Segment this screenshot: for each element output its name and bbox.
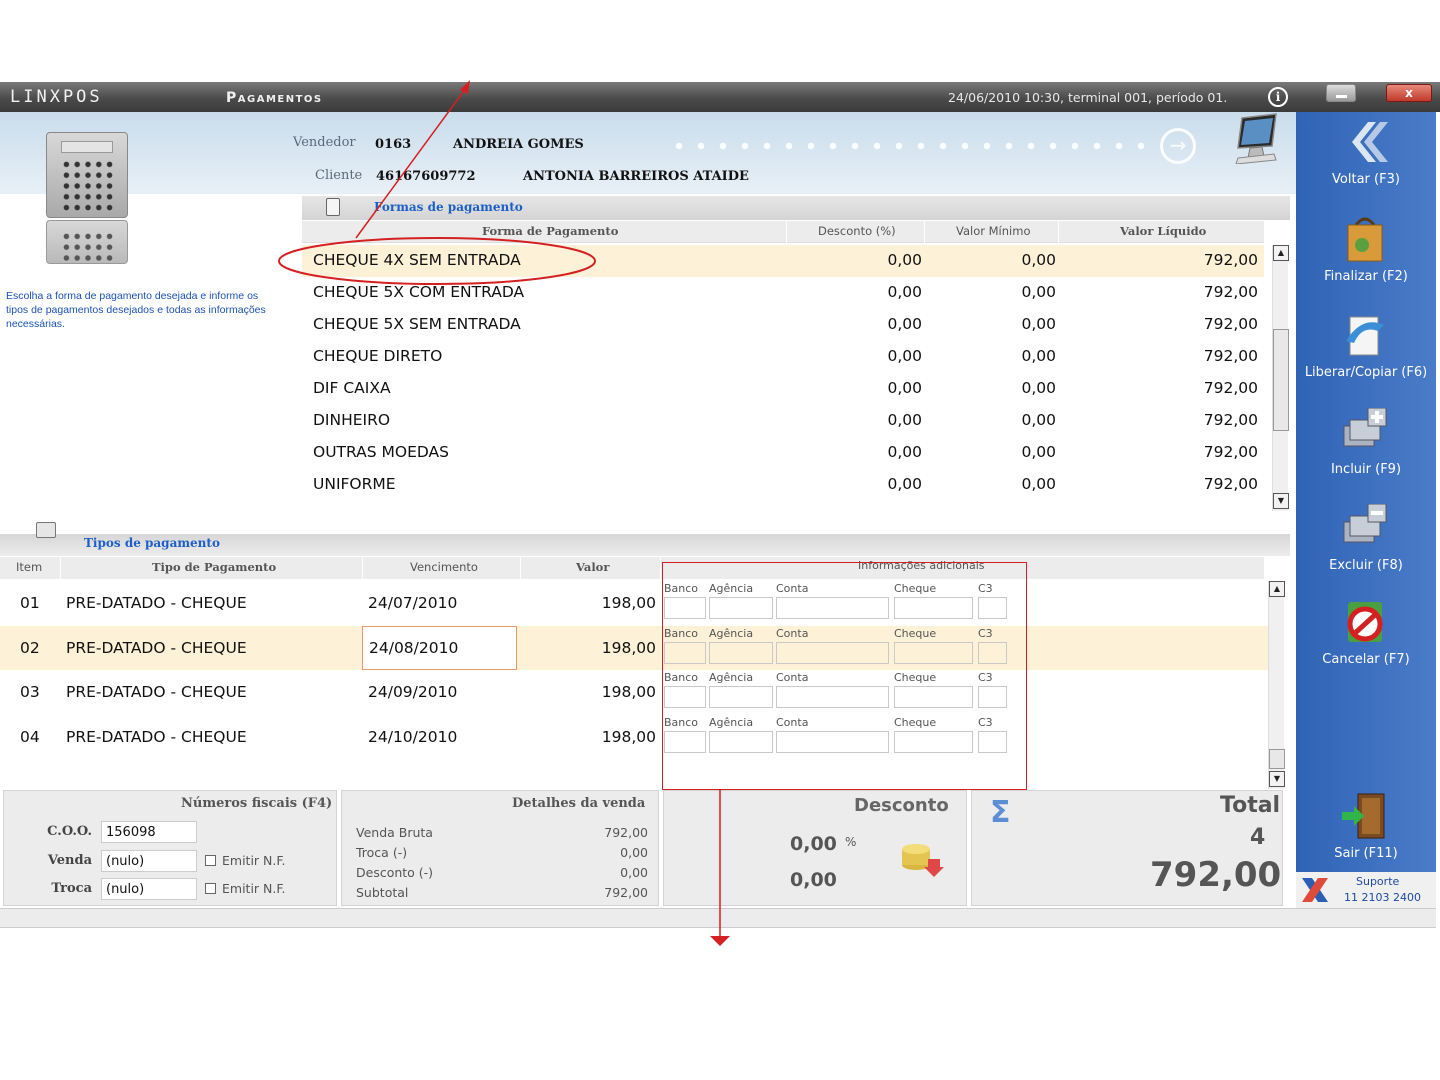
scroll-thumb[interactable] [1273,329,1289,431]
window-title: Pagamentos [226,90,323,106]
cliente-code: 46167609772 [376,169,476,184]
remove-cards-icon [1343,504,1387,543]
cancel-icon [1347,602,1383,642]
sigma-icon: Σ [990,795,1011,830]
tipo-row[interactable]: 03 PRE-DATADO - CHEQUE 24/09/2010 198,00… [0,670,1268,714]
forma-row[interactable]: CHEQUE 4X SEM ENTRADA 0,00 0,00 792,00 [302,245,1264,277]
tipos-column-header: Item Tipo de Pagamento Vencimento Valor … [0,557,1264,579]
linx-logo-icon [1302,878,1328,902]
shopping-bag-icon [1347,217,1383,262]
tipos-scrollbar[interactable]: ▲ ▼ [1268,581,1285,789]
coins-discount-icon[interactable] [898,835,946,879]
emitir-nf-troca-checkbox[interactable] [205,883,216,894]
emitir-nf-venda-checkbox[interactable] [205,855,216,866]
cliente-label: Cliente [315,168,363,183]
col-valor: Valor [576,560,610,574]
scroll-up-icon[interactable]: ▲ [1269,581,1285,597]
forma-row[interactable]: CHEQUE 5X COM ENTRADA 0,00 0,00 792,00 [302,277,1264,309]
minimize-button[interactable] [1326,84,1356,102]
coo-field[interactable]: 156098 [101,821,197,843]
scroll-up-icon[interactable]: ▲ [1273,245,1289,261]
desconto-percent[interactable]: 0,00 [790,833,837,855]
desconto-value[interactable]: 0,00 [790,869,837,891]
scroll-down-icon[interactable]: ▼ [1273,493,1289,509]
col-desconto: Desconto (%) [818,224,896,238]
forma-row[interactable]: UNIFORME 0,00 0,00 792,00 [302,469,1264,501]
liberar-copiar-button[interactable]: Liberar/Copiar (F6) [1296,311,1436,401]
formas-title: Formas de pagamento [374,200,523,214]
fiscais-title: Números fiscais (F4) [181,796,333,811]
forma-row[interactable]: DINHEIRO 0,00 0,00 792,00 [302,405,1264,437]
scroll-down-icon[interactable]: ▼ [1269,771,1285,787]
tipo-row[interactable]: 04 PRE-DATADO - CHEQUE 24/10/2010 198,00… [0,715,1268,759]
tipo-row[interactable]: 02 PRE-DATADO - CHEQUE 24/08/2010 198,00… [0,626,1268,670]
vencimento-input[interactable]: 24/08/2010 [362,626,517,670]
action-sidebar: Voltar (F3) Finalizar (F2) Liberar/Copia… [1296,112,1436,908]
forma-row[interactable]: CHEQUE 5X SEM ENTRADA 0,00 0,00 792,00 [302,309,1264,341]
cliente-name: ANTONIA BARREIROS ATAIDE [523,169,749,184]
detalhes-venda-panel: Detalhes da venda Venda Bruta 792,00 Tro… [341,790,659,906]
keypad-icon [46,220,128,264]
session-status: 24/06/2010 10:30, terminal 001, período … [948,90,1228,105]
copy-document-icon [1346,316,1384,356]
sair-button[interactable]: Sair (F11) [1296,792,1436,882]
desconto-panel: Desconto 0,00 % 0,00 [663,790,967,906]
forma-row[interactable]: CHEQUE DIRETO 0,00 0,00 792,00 [302,341,1264,373]
total-panel: Σ Total 4 792,00 [971,790,1283,906]
app-logo: LINXPOS [10,87,103,107]
suporte-panel: Suporte 11 2103 2400 [1296,872,1436,908]
monitor-icon [1235,113,1277,164]
info-icon[interactable]: i [1268,87,1288,107]
col-minimo: Valor Mínimo [956,224,1031,238]
arrow-down-head [710,936,730,946]
close-button[interactable]: x [1386,84,1432,102]
col-tipo: Tipo de Pagamento [152,560,277,574]
scroll-thumb[interactable] [1269,749,1285,769]
annotation-rectangle [662,562,1027,790]
formas-column-header: Forma de Pagamento Desconto (%) Valor Mí… [302,221,1264,243]
total-value: 792,00 [1150,855,1282,895]
tipos-title: Tipos de pagamento [84,536,220,550]
excluir-button[interactable]: Excluir (F8) [1296,504,1436,594]
status-strip [0,908,1436,928]
finalizar-button[interactable]: Finalizar (F2) [1296,215,1436,305]
numeros-fiscais-panel: Números fiscais (F4) C.O.O. 156098 Venda… [3,790,337,906]
vendedor-label: Vendedor [293,135,356,150]
col-liquido: Valor Líquido [1120,224,1207,238]
card-icon [36,522,56,538]
troca-field[interactable]: (nulo) [101,878,197,900]
incluir-button[interactable]: Incluir (F9) [1296,408,1436,498]
col-forma: Forma de Pagamento [482,224,619,238]
arrow-right-icon: → [1160,128,1196,164]
voltar-button[interactable]: Voltar (F3) [1296,118,1436,208]
document-icon [326,198,340,216]
total-title: Total [1220,793,1281,818]
desconto-title: Desconto [854,795,949,816]
add-cards-icon [1343,408,1387,447]
vendedor-name: ANDREIA GOMES [453,137,584,152]
suporte-phone: 11 2103 2400 [1344,891,1421,904]
calculator-icon [46,132,128,218]
exit-door-icon [1342,793,1385,839]
title-bar: LINXPOS Pagamentos 24/06/2010 10:30, ter… [0,82,1440,112]
cancelar-button[interactable]: Cancelar (F7) [1296,598,1436,688]
tipo-row[interactable]: 01 PRE-DATADO - CHEQUE 24/07/2010 198,00… [0,581,1268,625]
vendedor-code: 0163 [375,137,412,152]
formas-scrollbar[interactable]: ▲ ▼ [1272,245,1289,511]
col-vencimento: Vencimento [410,560,478,574]
col-item: Item [16,560,43,574]
back-chevron-icon [1352,122,1388,162]
forma-row[interactable]: DIF CAIXA 0,00 0,00 792,00 [302,373,1264,405]
total-count: 4 [1250,825,1266,850]
help-text: Escolha a forma de pagamento desejada e … [6,290,266,330]
detalhes-title: Detalhes da venda [512,796,646,811]
decorative-dots [668,142,1158,150]
suporte-label: Suporte [1356,875,1400,888]
venda-field[interactable]: (nulo) [101,850,197,872]
forma-row[interactable]: OUTRAS MOEDAS 0,00 0,00 792,00 [302,437,1264,469]
